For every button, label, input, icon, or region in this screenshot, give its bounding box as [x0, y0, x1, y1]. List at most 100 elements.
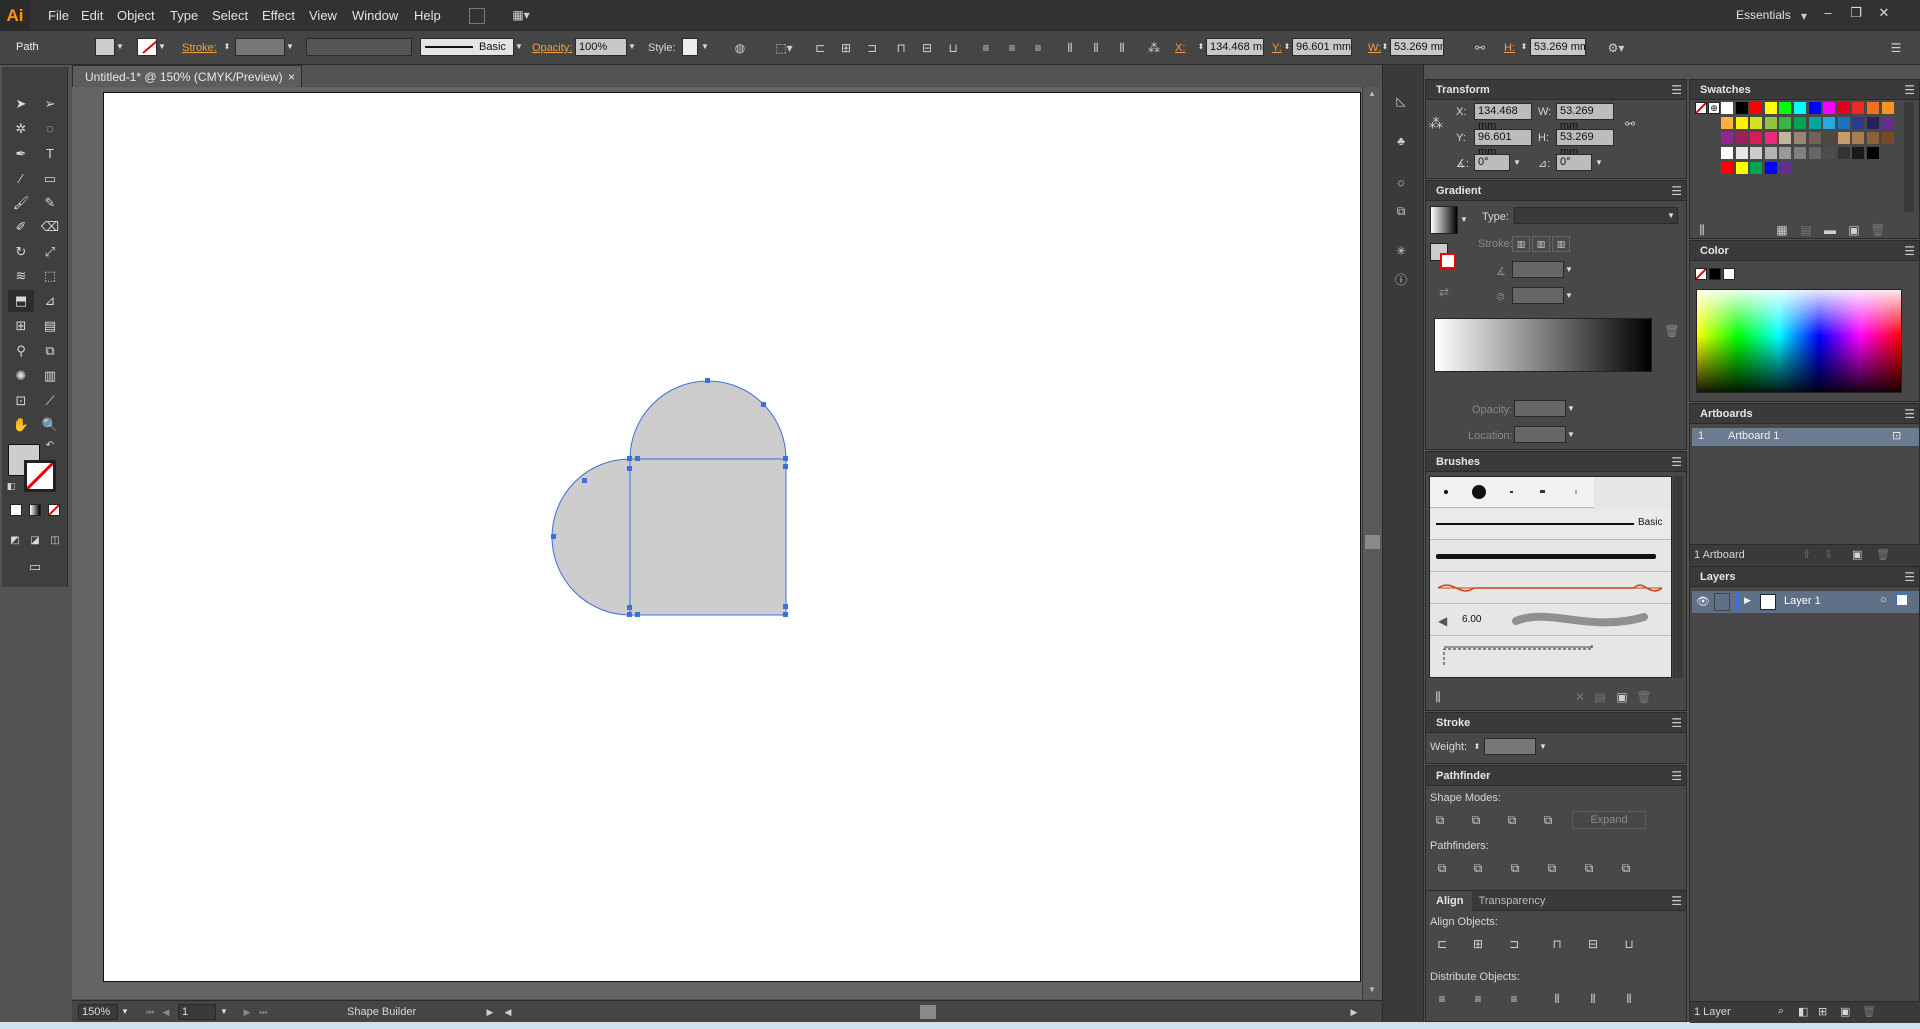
selection-tool-icon[interactable]: ➤ [8, 93, 34, 115]
new-layer-icon[interactable]: ▣ [1840, 1005, 1850, 1018]
color-swatch[interactable] [1779, 117, 1792, 129]
brush-dot-small[interactable] [1444, 490, 1448, 494]
stroke-panel-weight-dropdown-icon[interactable]: ▼ [1538, 738, 1548, 756]
panel-align-bottom-icon[interactable]: ⊔ [1621, 936, 1637, 952]
gradient-location-dropdown-icon[interactable]: ▼ [1566, 426, 1576, 444]
h-label[interactable]: H: [1504, 42, 1515, 54]
pencil-tool-icon[interactable]: ✎ [37, 192, 63, 214]
hand-tool-icon[interactable]: ✋ [8, 414, 34, 436]
color-swatch[interactable] [1735, 147, 1748, 159]
brush-row-arrow[interactable] [1430, 573, 1671, 604]
color-swatch[interactable] [1852, 132, 1865, 144]
brush-dropdown-icon[interactable]: ▼ [514, 38, 524, 56]
x-stepper[interactable]: ⬍ [1196, 38, 1206, 56]
color-swatch[interactable] [1721, 162, 1733, 174]
transform-options-icon[interactable]: ⚙▾ [1604, 40, 1628, 56]
layers-panel-menu-icon[interactable]: ☰ [1904, 567, 1915, 587]
default-fill-stroke-icon[interactable]: ◧ [4, 479, 18, 493]
workspace-dropdown-icon[interactable]: ▾ [1796, 8, 1812, 24]
stroke-weight-input[interactable] [235, 38, 285, 56]
artboard-nav-dropdown-icon[interactable]: ▼ [219, 1003, 229, 1021]
color-swatch[interactable] [1794, 132, 1806, 144]
vertical-scroll-thumb[interactable] [1365, 535, 1380, 549]
stroke-panel-weight-input[interactable] [1484, 738, 1536, 755]
lock-toggle[interactable] [1714, 593, 1730, 611]
line-tool-icon[interactable]: ∕ [8, 168, 34, 190]
path-shape-left[interactable] [551, 458, 631, 616]
color-swatch[interactable] [1779, 132, 1792, 144]
direct-selection-tool-icon[interactable]: ➢ [37, 93, 63, 115]
stroke-along-icon[interactable]: ▥ [1532, 236, 1550, 252]
new-color-group-icon[interactable]: ▬ [1822, 222, 1838, 238]
opacity-dropdown-icon[interactable]: ▼ [627, 38, 637, 56]
color-swatch[interactable] [1735, 162, 1748, 174]
transform-y-input[interactable]: 96.601 mm [1474, 129, 1532, 158]
brush-list-scrollbar[interactable] [1673, 476, 1683, 678]
draw-inside-icon[interactable]: ◫ [46, 530, 64, 552]
rotate-angle-input[interactable]: 0° [1474, 154, 1510, 171]
transparency-tab[interactable]: Transparency [1475, 895, 1546, 907]
gradient-presets-dropdown-icon[interactable]: ▼ [1459, 211, 1469, 229]
color-swatch[interactable] [1852, 102, 1865, 114]
eraser-tool-icon[interactable]: ⌫ [37, 216, 63, 238]
shape-builder-tool-icon[interactable]: ⬒ [8, 290, 34, 312]
gradient-aspect-dropdown-icon[interactable]: ▼ [1564, 287, 1574, 305]
brush-dot-angled[interactable] [1540, 490, 1545, 493]
color-swatch[interactable] [1721, 147, 1733, 159]
locate-object-icon[interactable]: ⌕ [1778, 1005, 1784, 1018]
color-swatch[interactable] [1794, 117, 1806, 129]
appearance-panel-icon[interactable]: ☼ [1393, 174, 1409, 190]
expand-button[interactable]: Expand [1572, 811, 1646, 829]
color-black-icon[interactable] [1709, 268, 1721, 280]
type-tool-icon[interactable]: T [37, 143, 63, 165]
brush-row-charcoal[interactable] [1430, 541, 1671, 572]
draw-behind-icon[interactable]: ◪ [26, 530, 44, 552]
eyedropper-tool-icon[interactable]: ⚲ [8, 340, 34, 362]
mesh-tool-icon[interactable]: ⊞ [8, 315, 34, 337]
align-right-icon[interactable]: ⊐ [864, 40, 880, 56]
trim-icon[interactable]: ⧉ [1470, 860, 1486, 876]
h-stepper[interactable]: ⬍ [1519, 38, 1529, 56]
stroke-weight-dropdown-icon[interactable]: ▼ [285, 38, 295, 56]
color-swatch[interactable] [1794, 102, 1806, 114]
color-swatch[interactable] [1750, 132, 1763, 144]
graph-tool-icon[interactable]: ▥ [37, 365, 63, 387]
delete-brush-icon[interactable]: 🗑 [1636, 689, 1652, 705]
artboard-number-input[interactable]: 1 [178, 1004, 216, 1020]
layer-row[interactable]: 👁 ▶ Layer 1 ○ [1692, 591, 1919, 613]
outline-icon[interactable]: ⧉ [1581, 860, 1597, 876]
color-panel-menu-icon[interactable]: ☰ [1904, 241, 1915, 261]
gradient-stroke-swatch[interactable] [1440, 253, 1456, 269]
color-swatch[interactable] [1779, 162, 1792, 174]
reference-point-locator-icon[interactable]: ⁂ [1428, 115, 1444, 131]
visibility-eye-icon[interactable]: 👁 [1696, 595, 1710, 608]
y-stepper[interactable]: ⬍ [1282, 38, 1292, 56]
status-menu-icon[interactable]: ▶ [482, 1004, 498, 1020]
shear-angle-input[interactable]: 0° [1556, 154, 1592, 171]
panel-distribute-bottom-icon[interactable]: ≡ [1506, 991, 1522, 1007]
paintbrush-tool-icon[interactable]: 🖌 [8, 192, 34, 214]
panel-align-vcenter-icon[interactable]: ⊟ [1585, 936, 1601, 952]
layers-panel-title[interactable]: Layers [1690, 567, 1919, 587]
pathfinder-panel-title[interactable]: Pathfinder [1426, 766, 1686, 786]
align-top-icon[interactable]: ⊓ [893, 40, 909, 56]
remove-brush-stroke-icon[interactable]: ✕ [1572, 689, 1588, 705]
gradient-location-input[interactable] [1514, 426, 1566, 443]
blend-tool-icon[interactable]: ⧉ [37, 340, 63, 362]
magic-wand-tool-icon[interactable]: ✲ [8, 118, 34, 140]
screen-mode-icon[interactable]: ▭ [22, 556, 48, 578]
transform-panel-menu-icon[interactable]: ☰ [1671, 80, 1682, 100]
rotate-tool-icon[interactable]: ↻ [8, 241, 34, 263]
symbols-panel-icon[interactable]: ♣ [1393, 133, 1409, 149]
scroll-down-icon[interactable]: ▼ [1368, 985, 1376, 994]
brush-dot-tiny[interactable] [1510, 491, 1513, 493]
close-icon[interactable]: ✕ [1872, 4, 1896, 22]
menu-file[interactable]: File [48, 8, 69, 23]
fill-swatch[interactable] [95, 38, 115, 56]
color-swatch[interactable] [1764, 162, 1777, 174]
reference-point-icon[interactable]: ⁂ [1146, 40, 1162, 56]
layer-name[interactable]: Layer 1 [1784, 595, 1821, 607]
swatches-panel-title[interactable]: Swatches [1690, 80, 1919, 100]
panel-align-top-icon[interactable]: ⊓ [1549, 936, 1565, 952]
swatch-options-icon[interactable]: ▤ [1798, 222, 1814, 238]
